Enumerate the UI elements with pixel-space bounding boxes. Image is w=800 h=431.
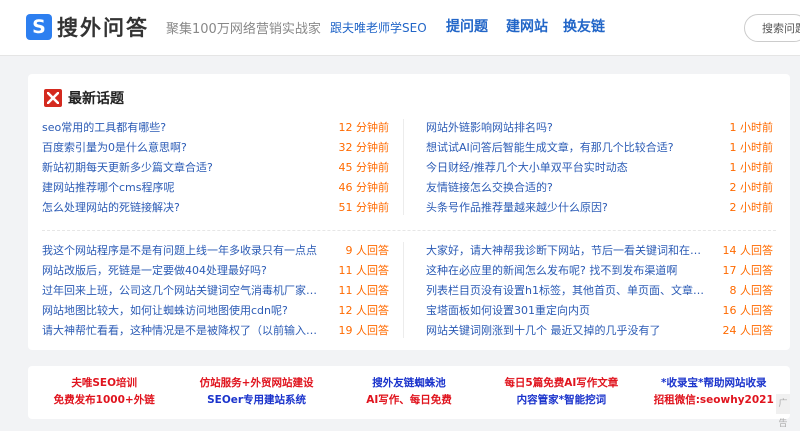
ad-banner: 夫唯SEO培训 免费发布1000+外链 仿站服务+外贸网站建设 SEOer专用建… (28, 366, 790, 419)
list-item: seo常用的工具都有哪些? 12 分钟前 (42, 117, 389, 137)
question-link[interactable]: 网站改版后，死链是一定要做404处理最好吗? (42, 262, 267, 278)
topics-panel: 最新话题 seo常用的工具都有哪些? 12 分钟前 百度索引量为0是什么意思啊? 3… (28, 74, 790, 350)
answered-list-right: 大家好，请大神帮我诊断下网站，节后一看关键词和在百… 14 人回答 这种在必应里的… (426, 240, 773, 340)
ad-link[interactable]: *收录宝*帮助网站收录 (638, 375, 790, 392)
list-item: 我这个网站程序是不是有问题上线一年多收录只有一点点 9 人回答 (42, 240, 389, 260)
question-link[interactable]: 宝塔面板如何设置301重定向内页 (426, 302, 590, 318)
question-link[interactable]: 网站关键词刚涨到十几个 最近又掉的几乎没有了 (426, 322, 661, 338)
latest-list-right: 网站外链影响网站排名吗? 1 小时前 想试试AI问答后智能生成文章，有那几个比较合… (426, 117, 773, 217)
list-item: 网站地图比较大，如何让蜘蛛访问地图使用cdn呢? 12 人回答 (42, 300, 389, 320)
time-ago: 1 小时前 (729, 121, 774, 134)
question-link[interactable]: 大家好，请大神帮我诊断下网站，节后一看关键词和在百… (426, 242, 711, 258)
answer-count: 12 人回答 (338, 304, 390, 317)
ad-link[interactable]: 夫唯SEO培训 (28, 375, 180, 392)
ad-item: 每日5篇免费AI写作文章 内容管家*智能挖词 (485, 375, 637, 409)
list-item: 请大神帮忙看看，这种情况是不是被降权了（以前输入主… 19 人回答 (42, 320, 389, 340)
ad-link[interactable]: AI写作、每日免费 (333, 392, 485, 409)
ad-link[interactable]: SEOer专用建站系统 (180, 392, 332, 409)
list-item: 网站外链影响网站排名吗? 1 小时前 (426, 117, 773, 137)
x-logo-icon (44, 89, 62, 107)
answer-count: 17 人回答 (722, 264, 774, 277)
question-link[interactable]: 友情链接怎么交换合适的? (426, 179, 553, 195)
answer-count: 14 人回答 (722, 244, 774, 257)
list-item: 网站关键词刚涨到十几个 最近又掉的几乎没有了 24 人回答 (426, 320, 773, 340)
list-item: 这种在必应里的新闻怎么发布呢? 找不到发布渠道啊 17 人回答 (426, 260, 773, 280)
list-item: 过年回来上班，公司这几个网站关键词空气消毒机厂家、… 11 人回答 (42, 280, 389, 300)
column-divider (403, 119, 404, 215)
list-item: 新站初期每天更新多少篇文章合适? 45 分钟前 (42, 157, 389, 177)
list-item: 列表栏目页没有设置h1标签，其他首页、单页面、文章内… 8 人回答 (426, 280, 773, 300)
question-link[interactable]: 网站外链影响网站排名吗? (426, 119, 553, 135)
section-separator (42, 230, 776, 231)
ad-item: *收录宝*帮助网站收录 招租微信:seowhy2021 (638, 375, 790, 409)
question-link[interactable]: 我这个网站程序是不是有问题上线一年多收录只有一点点 (42, 242, 317, 258)
question-link[interactable]: 过年回来上班，公司这几个网站关键词空气消毒机厂家、… (42, 282, 327, 298)
question-link[interactable]: 请大神帮忙看看，这种情况是不是被降权了（以前输入主… (42, 322, 327, 338)
question-link[interactable]: 新站初期每天更新多少篇文章合适? (42, 159, 213, 175)
time-ago: 2 小时前 (729, 181, 774, 194)
ad-link[interactable]: 搜外友链蜘蛛池 (333, 375, 485, 392)
section-title: 最新话题 (68, 91, 124, 107)
search-input[interactable] (744, 14, 800, 42)
latest-list-left: seo常用的工具都有哪些? 12 分钟前 百度索引量为0是什么意思啊? 32 分钟前… (42, 117, 389, 217)
answer-count: 8 人回答 (729, 284, 774, 297)
logo-text: 搜外问答 (57, 16, 149, 40)
answer-count: 16 人回答 (722, 304, 774, 317)
list-item: 大家好，请大神帮我诊断下网站，节后一看关键词和在百… 14 人回答 (426, 240, 773, 260)
answer-count: 11 人回答 (338, 284, 390, 297)
time-ago: 2 小时前 (729, 201, 774, 214)
time-ago: 51 分钟前 (338, 201, 390, 214)
ad-link[interactable]: 每日5篇免费AI写作文章 (485, 375, 637, 392)
question-link[interactable]: 头条号作品推荐量越来越少什么原因? (426, 199, 608, 215)
ad-item: 仿站服务+外贸网站建设 SEOer专用建站系统 (180, 375, 332, 409)
answered-list-left: 我这个网站程序是不是有问题上线一年多收录只有一点点 9 人回答 网站改版后，死链是… (42, 240, 389, 340)
question-link[interactable]: 想试试AI问答后智能生成文章，有那几个比较合适? (426, 139, 674, 155)
time-ago: 1 小时前 (729, 161, 774, 174)
question-link[interactable]: seo常用的工具都有哪些? (42, 119, 166, 135)
list-item: 网站改版后，死链是一定要做404处理最好吗? 11 人回答 (42, 260, 389, 280)
answer-count: 19 人回答 (338, 324, 390, 337)
list-item: 头条号作品推荐量越来越少什么原因? 2 小时前 (426, 197, 773, 217)
question-link[interactable]: 百度索引量为0是什么意思啊? (42, 139, 187, 155)
list-item: 今日财经/推荐几个大小单双平台实时动态 1 小时前 (426, 157, 773, 177)
question-link[interactable]: 怎么处理网站的死链接解决? (42, 199, 180, 215)
question-link[interactable]: 建网站推荐哪个cms程序呢 (42, 179, 175, 195)
question-link[interactable]: 今日财经/推荐几个大小单双平台实时动态 (426, 159, 628, 175)
ad-grid: 夫唯SEO培训 免费发布1000+外链 仿站服务+外贸网站建设 SEOer专用建… (28, 375, 790, 409)
nav-exchange-links[interactable]: 换友链 (563, 16, 605, 36)
nav-ask-question[interactable]: 提问题 (446, 16, 488, 36)
time-ago: 12 分钟前 (338, 121, 390, 134)
time-ago: 32 分钟前 (338, 141, 390, 154)
answer-count: 11 人回答 (338, 264, 390, 277)
section-header: 最新话题 (44, 88, 124, 108)
question-link[interactable]: 网站地图比较大，如何让蜘蛛访问地图使用cdn呢? (42, 302, 288, 318)
logo-mark: S (26, 14, 52, 40)
ad-link[interactable]: 免费发布1000+外链 (28, 392, 180, 409)
time-ago: 45 分钟前 (338, 161, 390, 174)
time-ago: 1 小时前 (729, 141, 774, 154)
column-divider (403, 242, 404, 338)
ad-label-badge: 广告 (776, 394, 790, 429)
list-item: 百度索引量为0是什么意思啊? 32 分钟前 (42, 137, 389, 157)
answer-count: 24 人回答 (722, 324, 774, 337)
ad-link[interactable]: 仿站服务+外贸网站建设 (180, 375, 332, 392)
ad-item: 搜外友链蜘蛛池 AI写作、每日免费 (333, 375, 485, 409)
list-item: 怎么处理网站的死链接解决? 51 分钟前 (42, 197, 389, 217)
list-item: 建网站推荐哪个cms程序呢 46 分钟前 (42, 177, 389, 197)
site-slogan: 聚集100万网络营销实战家 (166, 22, 321, 37)
ad-link[interactable]: 内容管家*智能挖词 (485, 392, 637, 409)
top-header: S 搜外问答 聚集100万网络营销实战家 跟夫唯老师学SEO 提问题 建网站 换… (0, 0, 800, 56)
list-item: 宝塔面板如何设置301重定向内页 16 人回答 (426, 300, 773, 320)
nav-build-site[interactable]: 建网站 (506, 16, 548, 36)
time-ago: 46 分钟前 (338, 181, 390, 194)
question-link[interactable]: 列表栏目页没有设置h1标签，其他首页、单页面、文章内… (426, 282, 711, 298)
ad-item: 夫唯SEO培训 免费发布1000+外链 (28, 375, 180, 409)
site-logo[interactable]: S 搜外问答 (26, 12, 149, 42)
seo-training-link[interactable]: 跟夫唯老师学SEO (330, 19, 427, 36)
list-item: 友情链接怎么交换合适的? 2 小时前 (426, 177, 773, 197)
ad-link[interactable]: 招租微信:seowhy2021 (638, 392, 790, 409)
list-item: 想试试AI问答后智能生成文章，有那几个比较合适? 1 小时前 (426, 137, 773, 157)
answer-count: 9 人回答 (345, 244, 390, 257)
question-link[interactable]: 这种在必应里的新闻怎么发布呢? 找不到发布渠道啊 (426, 262, 677, 278)
